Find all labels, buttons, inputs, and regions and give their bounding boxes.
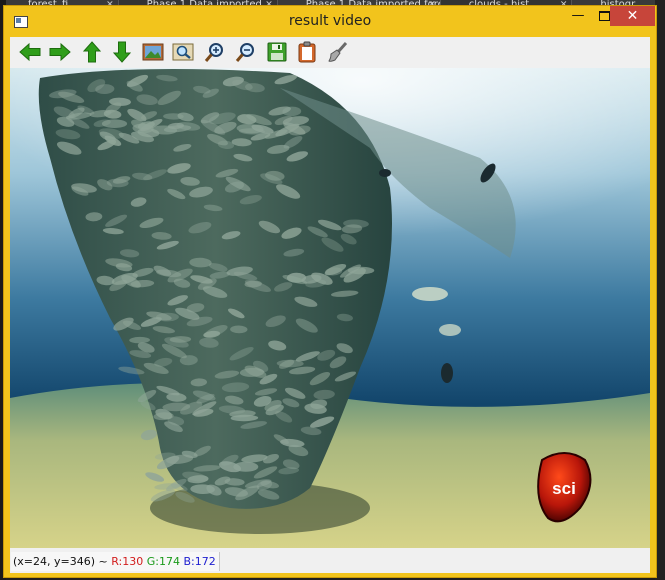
close-icon: ✕ bbox=[626, 8, 639, 24]
video-frame-image: sci bbox=[10, 68, 650, 548]
status-bar: (x=24, y=346) ~ R:130 G:174 B:172 bbox=[10, 550, 650, 573]
fish bbox=[233, 461, 259, 472]
brush-icon[interactable] bbox=[326, 40, 350, 64]
arrow-down-icon[interactable] bbox=[110, 40, 134, 64]
red-value: R:130 bbox=[111, 555, 144, 568]
window-client-area: sci (x=24, y=346) ~ R:130 G:174 B:172 bbox=[10, 37, 650, 573]
arrow-left-icon[interactable] bbox=[18, 40, 42, 64]
maximize-icon bbox=[598, 10, 610, 21]
minimize-button[interactable]: — bbox=[564, 6, 592, 26]
minimize-icon: — bbox=[571, 8, 585, 23]
zoom-in-icon[interactable] bbox=[203, 40, 227, 64]
pixel-readout: (x=24, y=346) ~ R:130 G:174 B:172 bbox=[11, 552, 220, 571]
arrow-up-icon[interactable] bbox=[80, 40, 104, 64]
arrow-right-icon[interactable] bbox=[48, 40, 72, 64]
zoom-fit-icon[interactable] bbox=[171, 40, 195, 64]
close-button[interactable]: ✕ bbox=[610, 6, 655, 26]
blue-value: B:172 bbox=[183, 555, 216, 568]
save-icon[interactable] bbox=[265, 40, 289, 64]
watermark-text: sci bbox=[552, 479, 576, 498]
toolbar bbox=[10, 37, 650, 68]
clipboard-icon[interactable] bbox=[295, 40, 319, 64]
zoom-out-icon[interactable] bbox=[234, 40, 258, 64]
window-title: result video bbox=[288, 13, 372, 29]
result-video-window: result video — ✕ sci (x=24, y=346) ~ R:1… bbox=[3, 5, 657, 578]
video-frame[interactable]: sci bbox=[10, 68, 650, 548]
image-icon[interactable] bbox=[141, 40, 165, 64]
fish bbox=[101, 119, 128, 128]
title-bar[interactable]: result video — ✕ bbox=[4, 6, 656, 37]
green-value: G:174 bbox=[146, 555, 180, 568]
cursor-coordinates: (x=24, y=346) ~ bbox=[13, 555, 108, 568]
